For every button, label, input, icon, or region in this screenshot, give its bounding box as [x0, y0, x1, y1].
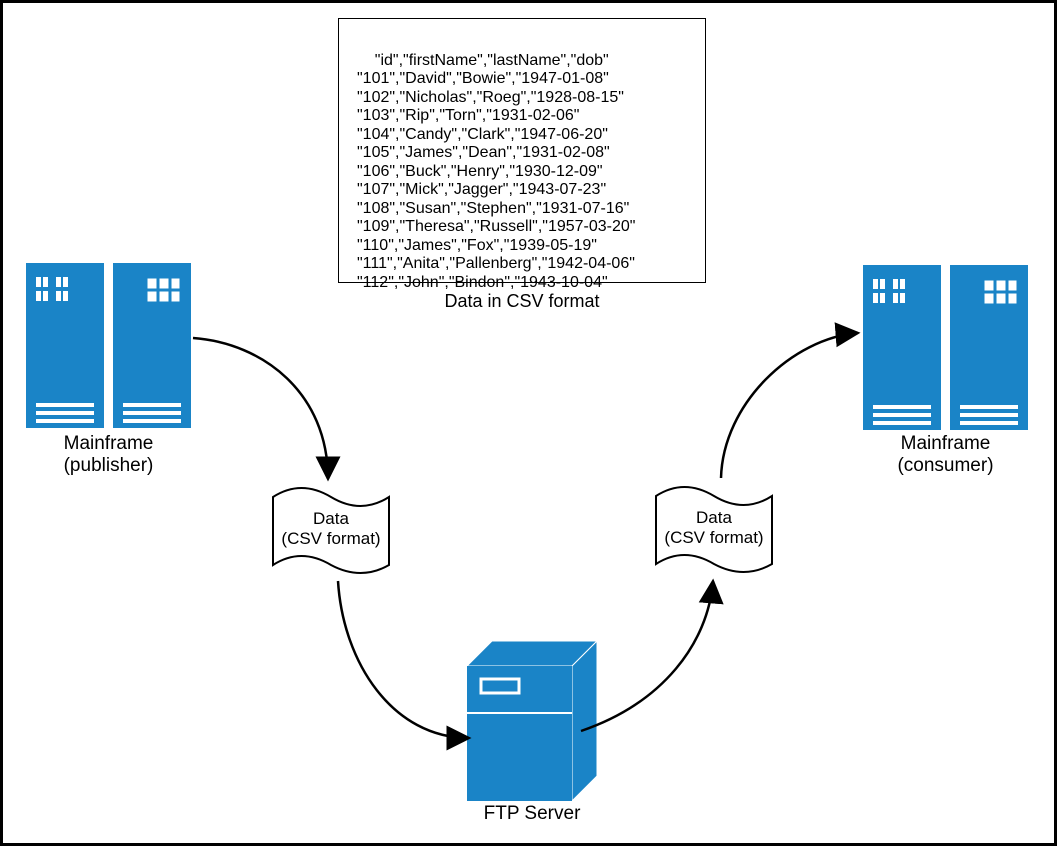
mainframe-consumer-label-line1: Mainframe — [901, 433, 991, 454]
mainframe-publisher-label-line1: Mainframe — [64, 433, 154, 454]
data-csv-document-right-label: Data (CSV format) — [644, 508, 784, 548]
doc-right-line1: Data — [696, 508, 732, 527]
arrow-publisher-to-doc — [193, 338, 328, 479]
mainframe-consumer-icon — [863, 265, 1028, 430]
mainframe-publisher-icon — [26, 263, 191, 428]
mainframe-consumer-label-line2: (consumer) — [897, 455, 993, 476]
csv-data-box: "id","firstName","lastName","dob" "101",… — [338, 18, 706, 283]
csv-caption: Data in CSV format — [338, 291, 706, 312]
arrow-doc-to-ftp — [338, 581, 469, 738]
doc-right-line2: (CSV format) — [664, 528, 763, 547]
mainframe-consumer-label: Mainframe (consumer) — [858, 433, 1033, 477]
csv-data-text: "id","firstName","lastName","dob" "101",… — [357, 52, 635, 291]
data-csv-document-left-label: Data (CSV format) — [261, 509, 401, 549]
arrow-ftp-to-doc — [581, 581, 713, 731]
ftp-server-icon — [467, 641, 597, 801]
mainframe-publisher-label: Mainframe (publisher) — [26, 433, 191, 477]
mainframe-publisher-label-line2: (publisher) — [64, 455, 154, 476]
doc-left-line1: Data — [313, 509, 349, 528]
arrow-doc-to-consumer — [721, 333, 858, 478]
diagram-canvas: "id","firstName","lastName","dob" "101",… — [0, 0, 1057, 846]
doc-left-line2: (CSV format) — [281, 529, 380, 548]
ftp-server-label: FTP Server — [447, 803, 617, 825]
